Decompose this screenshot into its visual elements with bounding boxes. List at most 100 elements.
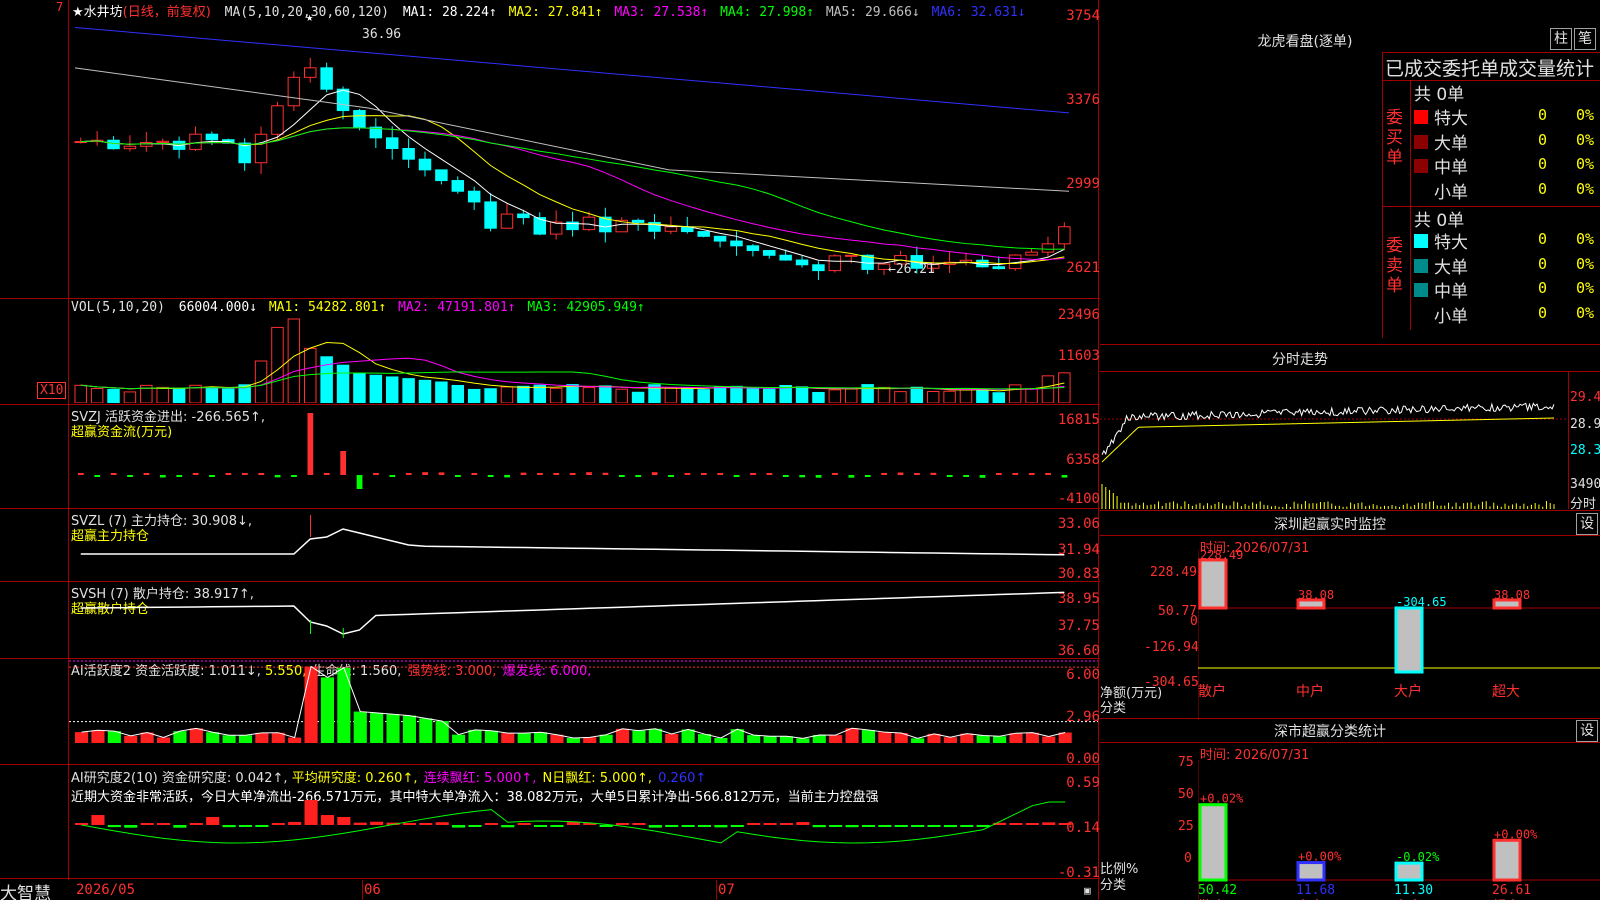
- candle-body: [517, 213, 530, 219]
- flow-bar: [340, 451, 347, 475]
- volume-bar: [1025, 388, 1038, 403]
- candle-body: [402, 148, 415, 160]
- candle-body: [123, 145, 137, 150]
- sell-order-label: 委卖单: [1386, 236, 1403, 296]
- price-chart[interactable]: [69, 18, 1098, 298]
- activity-bar: [911, 738, 925, 743]
- class-value-label: 11.30: [1394, 883, 1433, 898]
- sell-row-pct: 0%: [1576, 279, 1595, 297]
- volume-bar: [812, 391, 825, 403]
- flow-bar: [799, 475, 806, 478]
- volume-bar: [681, 386, 694, 403]
- flow-bar: [766, 473, 773, 475]
- volume-chart[interactable]: [69, 315, 1098, 403]
- flow-bar: [963, 475, 969, 477]
- buy-swatch-icon: [1414, 183, 1428, 198]
- vol-legend: VOL(5,10,20) 66004.000↓ MA1: 54282.801↑ …: [71, 300, 645, 315]
- activity-bar: [468, 729, 482, 743]
- dragon-tiger-subtitle: 已成交委托单成交量统计: [1385, 58, 1595, 80]
- sz-monitor-title: 深圳超赢实时监控: [1274, 517, 1386, 533]
- volume-bar: [287, 318, 301, 403]
- flow-bar: [651, 472, 658, 475]
- flow-bar: [897, 472, 904, 475]
- monitor-bar: [1198, 558, 1228, 610]
- volume-bar: [877, 386, 891, 403]
- activity-bar: [353, 711, 367, 743]
- lock-icon[interactable]: ▣: [1084, 884, 1091, 897]
- svzl-chart[interactable]: [69, 509, 1098, 581]
- activity-bar: [222, 735, 236, 743]
- research-bar: [697, 825, 712, 827]
- flow-bar: [127, 475, 133, 477]
- volume-bar: [664, 387, 678, 403]
- research-bar: [796, 822, 810, 825]
- activity-bar: [993, 736, 1007, 743]
- flow-bar: [930, 472, 937, 475]
- activity-bar: [304, 666, 318, 743]
- intraday-tick-2: 28.92: [1570, 417, 1600, 432]
- research-bar: [812, 825, 826, 828]
- activity-bar: [665, 733, 679, 743]
- volume-bar: [90, 387, 104, 403]
- low-price-value: 26.21: [895, 262, 935, 277]
- ai-research-chart[interactable]: [69, 800, 1098, 878]
- flow-bar: [569, 473, 576, 475]
- buy-row-name: 中单: [1434, 158, 1468, 178]
- sell-row-name: 大单: [1434, 257, 1468, 278]
- tick-view-button[interactable]: 笔: [1574, 28, 1596, 50]
- research-bar: [206, 817, 220, 825]
- research-bar: [665, 825, 679, 827]
- svzj-chart[interactable]: [69, 405, 1098, 508]
- research-bar: [107, 825, 121, 828]
- candle-body: [763, 250, 776, 256]
- flow-bar: [504, 475, 510, 478]
- research-bar: [304, 800, 318, 825]
- sz-monitor-chart[interactable]: 228.49 散户 38.08 中户 -304.65 大户 38.08 超大: [1198, 550, 1600, 720]
- monitor-category-label: 散户: [1198, 683, 1226, 700]
- research-bar: [747, 823, 761, 825]
- activity-bar: [402, 715, 416, 743]
- buy-row-value: 0: [1538, 155, 1548, 173]
- chart-area[interactable]: 7 3754 3376 2999 2621 ★水井坊(日线，前复权) MA(5,…: [0, 0, 1100, 900]
- research-bar: [189, 823, 203, 825]
- svsh-chart[interactable]: [69, 582, 1098, 658]
- activity-bar: [566, 737, 580, 743]
- sz-class-settings-button[interactable]: 设: [1576, 720, 1598, 742]
- intraday-chart[interactable]: [1100, 372, 1568, 509]
- bar-view-button[interactable]: 柱: [1550, 28, 1572, 50]
- sell-row-pct: 0%: [1576, 230, 1595, 248]
- volume-bar: [730, 385, 743, 403]
- candle-body: [484, 201, 497, 229]
- volume-bar: [418, 379, 432, 403]
- research-bar: [501, 825, 515, 828]
- activity-line: [81, 665, 1066, 739]
- flow-bar: [455, 475, 461, 477]
- ai-active-chart[interactable]: [69, 659, 1098, 764]
- sz-class-chart[interactable]: +0.02% 50.42 +0.00% 11.68 -0.02% 11.30 +0.00% 2…: [1198, 760, 1600, 900]
- flow-bar: [996, 473, 1002, 475]
- sell-swatch-icon: [1414, 283, 1428, 297]
- sz-monitor-settings-button[interactable]: 设: [1576, 513, 1598, 535]
- candle-body: [467, 190, 481, 203]
- activity-bar: [878, 732, 892, 743]
- research-bar: [763, 823, 777, 825]
- sz-monitor-tick-4: -126.94: [1144, 640, 1199, 655]
- activity-bar: [796, 738, 810, 743]
- ma-line: [80, 115, 1065, 264]
- candle-body: [418, 158, 432, 171]
- vol-unit-badge: X10: [37, 382, 67, 399]
- research-bar: [632, 823, 646, 825]
- vol-ma1: MA1: 54282.801↑: [268, 300, 387, 315]
- flow-bar: [241, 473, 248, 475]
- volume-bar: [828, 389, 842, 403]
- candle-body: [795, 259, 809, 266]
- ma-line-60: [74, 67, 1070, 192]
- volume-bar: [156, 386, 169, 403]
- candle-body: [287, 76, 301, 107]
- volume-bar: [369, 374, 383, 403]
- monitor-value-label: -304.65: [1396, 595, 1447, 609]
- monitor-value-label: 228.49: [1200, 550, 1243, 562]
- volume-bar: [959, 387, 973, 403]
- flow-bar: [471, 473, 478, 475]
- research-bar: [255, 825, 269, 827]
